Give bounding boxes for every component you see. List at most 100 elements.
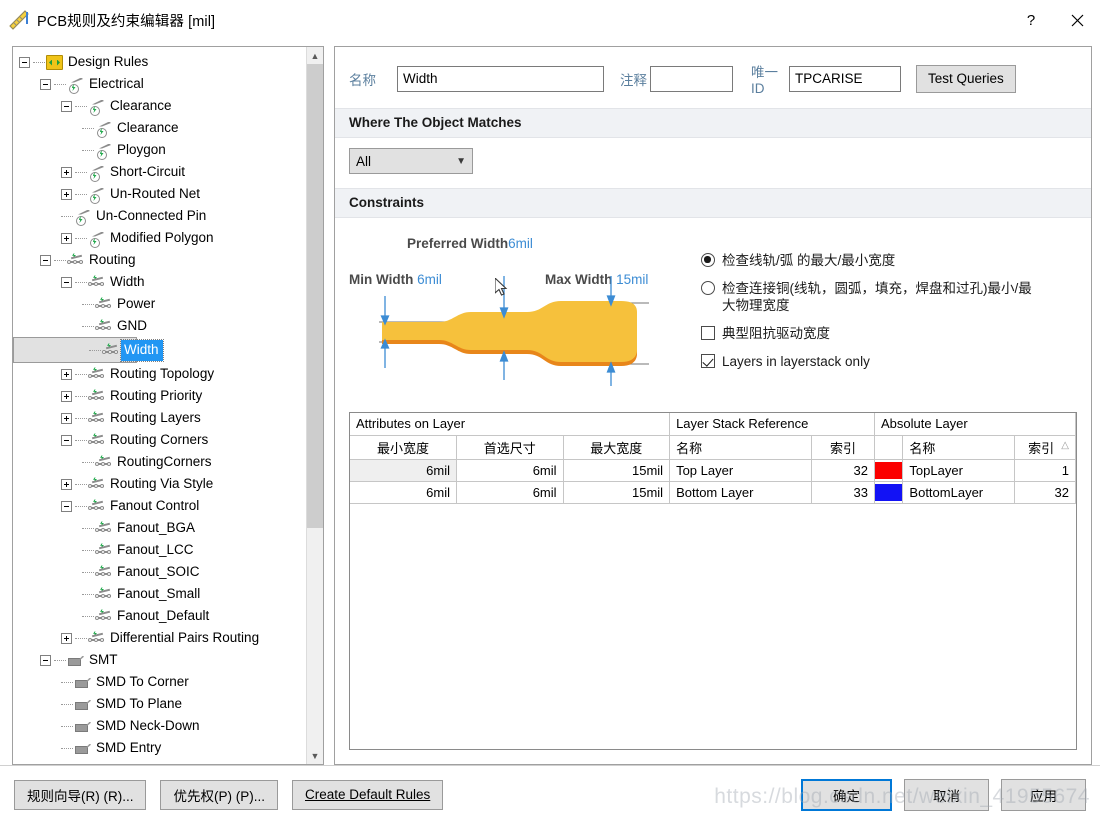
- checkbox-2[interactable]: [701, 326, 715, 340]
- tree-expander-collapsed-icon[interactable]: [61, 368, 72, 380]
- scope-select[interactable]: All ▼: [349, 148, 473, 174]
- tree-item-gnd[interactable]: GND: [13, 315, 306, 337]
- tree-item-clearance[interactable]: Clearance: [13, 95, 306, 117]
- elec-icon: [67, 77, 84, 94]
- tree-item-routing-corners[interactable]: Routing Corners: [13, 429, 306, 451]
- tree-expander-collapsed-icon[interactable]: [61, 390, 72, 402]
- radio-option-1[interactable]: 检查连接铜(线轨，圆弧，填充，焊盘和过孔)最小/最大物理宽度: [701, 280, 1077, 314]
- route-icon: [67, 252, 84, 268]
- tree-item-fanout-soic[interactable]: Fanout_SOIC: [13, 561, 306, 583]
- scroll-up-icon[interactable]: ▲: [307, 47, 323, 64]
- tree-expander-collapsed-icon[interactable]: [61, 232, 72, 244]
- comment-label: 注释: [620, 72, 647, 88]
- radio-option-0[interactable]: 检查线轨/弧 的最大/最小宽度: [701, 252, 1077, 269]
- tree-item-differential-pairs-routing[interactable]: Differential Pairs Routing: [13, 627, 306, 649]
- table-row[interactable]: 6mil 6mil 15mil Bottom Layer 33 BottomLayer 32: [350, 481, 1076, 504]
- cell-stack-name: Bottom Layer: [669, 481, 813, 504]
- close-button[interactable]: [1054, 0, 1100, 40]
- column-header-0[interactable]: 最小宽度: [350, 435, 458, 460]
- tree-item-clearance[interactable]: Clearance: [13, 117, 306, 139]
- tree-expander-collapsed-icon[interactable]: [61, 478, 72, 490]
- design-rules-tree[interactable]: Design Rules Electrical Clearance Clearance…: [13, 47, 306, 764]
- tree-expander-expanded-icon[interactable]: [40, 654, 51, 666]
- tree-item-smd-to-plane[interactable]: SMD To Plane: [13, 693, 306, 715]
- tree-scrollbar[interactable]: ▲ ▼: [306, 47, 323, 764]
- tree-item-fanout-bga[interactable]: Fanout_BGA: [13, 517, 306, 539]
- tree-item-ploygon[interactable]: Ploygon: [13, 139, 306, 161]
- tree-item-routing-priority[interactable]: Routing Priority: [13, 385, 306, 407]
- tree-guide: [33, 61, 45, 63]
- tree-item-fanout-default[interactable]: Fanout_Default: [13, 605, 306, 627]
- tree-item-modified-polygon[interactable]: Modified Polygon: [13, 227, 306, 249]
- tree-item-smd-neck-down[interactable]: SMD Neck-Down: [13, 715, 306, 737]
- tree-expander-expanded-icon[interactable]: [61, 434, 72, 446]
- cell-preferred-width: 6mil: [456, 459, 564, 482]
- tree-item-width[interactable]: Width: [13, 337, 164, 363]
- priority-button[interactable]: 优先权(P) (P)...: [160, 779, 278, 810]
- tree-item-un-connected-pin[interactable]: Un-Connected Pin: [13, 205, 306, 227]
- unique-id-input[interactable]: [789, 65, 901, 92]
- tree-expander-collapsed-icon[interactable]: [61, 632, 72, 644]
- comment-input[interactable]: [650, 65, 733, 92]
- table-column-header-row: 最小宽度 首选尺寸 最大宽度 名称 索引 名称 索引 △: [350, 435, 1076, 460]
- width-diagram: Preferred Width6mil Min Width 6mil Max W…: [349, 228, 679, 400]
- name-input[interactable]: [397, 65, 604, 92]
- tree-expander-collapsed-icon[interactable]: [61, 166, 72, 178]
- tree-expander-expanded-icon[interactable]: [19, 56, 30, 68]
- table-row[interactable]: 6mil 6mil 15mil Top Layer 32 TopLayer 1: [350, 459, 1076, 482]
- cancel-button[interactable]: 取消: [904, 778, 989, 811]
- tree-expander-expanded-icon[interactable]: [40, 78, 51, 90]
- tree-expander-expanded-icon[interactable]: [40, 254, 51, 266]
- elec-icon: [88, 99, 105, 116]
- help-button[interactable]: ?: [1008, 0, 1054, 40]
- checkbox-3[interactable]: [701, 354, 715, 368]
- tree-item-un-routed-net[interactable]: Un-Routed Net: [13, 183, 306, 205]
- scrollbar-track[interactable]: [307, 64, 323, 747]
- tree-item-routing-layers[interactable]: Routing Layers: [13, 407, 306, 429]
- layer-attributes-table[interactable]: Attributes on Layer Layer Stack Reference…: [349, 412, 1077, 750]
- tree-item-fanout-small[interactable]: Fanout_Small: [13, 583, 306, 605]
- tree-item-width[interactable]: Width: [13, 271, 306, 293]
- tree-item-routing-via-style[interactable]: Routing Via Style: [13, 473, 306, 495]
- scroll-down-icon[interactable]: ▼: [307, 747, 323, 764]
- tree-item-short-circuit[interactable]: Short-Circuit: [13, 161, 306, 183]
- radio-button-0[interactable]: [701, 253, 715, 267]
- column-header-6[interactable]: 名称: [902, 435, 1016, 460]
- apply-button[interactable]: 应用: [1001, 778, 1086, 811]
- tree-expander-expanded-icon[interactable]: [61, 100, 72, 112]
- scrollbar-thumb[interactable]: [307, 64, 323, 529]
- tree-expander-expanded-icon[interactable]: [61, 500, 72, 512]
- tree-expander-expanded-icon[interactable]: [61, 276, 72, 288]
- elec-icon: [88, 187, 105, 204]
- ok-button[interactable]: 确定: [801, 778, 892, 811]
- tree-item-electrical[interactable]: Electrical: [13, 73, 306, 95]
- tree-guide: [75, 237, 87, 239]
- column-header-1[interactable]: 首选尺寸: [456, 435, 564, 460]
- column-header-7[interactable]: 索引 △: [1014, 435, 1076, 460]
- tree-item-label: Clearance: [110, 98, 172, 113]
- column-header-4[interactable]: 索引: [811, 435, 876, 460]
- checkbox-option-3[interactable]: Layers in layerstack only: [701, 353, 1077, 370]
- create-default-rules-button[interactable]: Create Default Rules: [291, 779, 444, 810]
- tree-expander-collapsed-icon[interactable]: [61, 412, 72, 424]
- tree-item-routing[interactable]: Routing: [13, 249, 306, 271]
- tree-item-smd-entry[interactable]: SMD Entry: [13, 737, 306, 759]
- rule-wizard-button[interactable]: 规则向导(R) (R)...: [14, 779, 147, 810]
- column-header-2[interactable]: 最大宽度: [563, 435, 671, 460]
- tree-item-smt[interactable]: SMT: [13, 649, 306, 671]
- column-header-3[interactable]: 名称: [669, 435, 813, 460]
- radio-button-1[interactable]: [701, 281, 715, 295]
- tree-item-smd-to-corner[interactable]: SMD To Corner: [13, 671, 306, 693]
- tree-item-routing-topology[interactable]: Routing Topology: [13, 363, 306, 385]
- tree-item-power[interactable]: Power: [13, 293, 306, 315]
- tree-item-fanout-lcc[interactable]: Fanout_LCC: [13, 539, 306, 561]
- column-header-5[interactable]: [874, 435, 904, 460]
- checkbox-option-2[interactable]: 典型阻抗驱动宽度: [701, 325, 1077, 342]
- tree-item-fanout-control[interactable]: Fanout Control: [13, 495, 306, 517]
- tree-item-label: Power: [117, 296, 156, 311]
- test-queries-button[interactable]: Test Queries: [916, 64, 1016, 93]
- tree-item-label: Routing Corners: [110, 432, 209, 447]
- tree-expander-collapsed-icon[interactable]: [61, 188, 72, 200]
- tree-item-design-rules[interactable]: Design Rules: [13, 51, 306, 73]
- tree-item-routingcorners[interactable]: RoutingCorners: [13, 451, 306, 473]
